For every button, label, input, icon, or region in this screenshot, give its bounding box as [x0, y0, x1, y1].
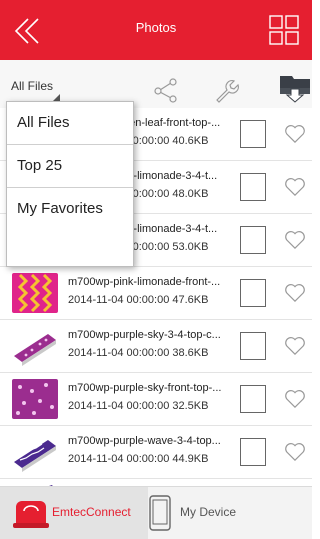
heart-icon[interactable] — [284, 442, 306, 462]
tab-emtec-connect[interactable]: EmtecConnect — [0, 487, 148, 539]
grid-view-icon[interactable] — [268, 14, 300, 46]
heart-icon[interactable] — [284, 230, 306, 250]
select-checkbox[interactable] — [240, 438, 266, 466]
file-date: 2014-11-04 00:00:00 — [68, 400, 170, 412]
share-icon[interactable] — [152, 76, 180, 104]
menu-item-top-25[interactable]: Top 25 — [7, 145, 133, 188]
file-date: 2014-11-04 00:00:00 — [68, 453, 170, 465]
list-item[interactable]: m700wp-purple-sky-front-top-... 2014-11-… — [0, 373, 312, 426]
app-header: Photos — [0, 0, 312, 60]
select-checkbox[interactable] — [240, 173, 266, 201]
heart-icon[interactable] — [284, 389, 306, 409]
file-size: 32.5KB — [172, 400, 209, 412]
file-name: m700wp-purple-wave-3-4-top... — [68, 435, 221, 447]
file-name: m700wp-purple-sky-3-4-top-c... — [68, 329, 221, 341]
heart-icon[interactable] — [284, 177, 306, 197]
phone-device-icon[interactable] — [148, 495, 172, 531]
list-item-partial[interactable] — [0, 479, 312, 486]
heart-icon[interactable] — [284, 124, 306, 144]
file-meta: 2014-11-04 00:00:00 47.6KB — [68, 294, 232, 306]
filter-dropdown-menu: All Files Top 25 My Favorites — [6, 101, 134, 267]
file-meta: 2014-11-04 00:00:00 38.6KB — [68, 347, 232, 359]
select-checkbox[interactable] — [240, 279, 266, 307]
file-size: 47.6KB — [172, 294, 209, 306]
bottom-navigation: EmtecConnect My Device — [0, 486, 312, 539]
list-item[interactable]: m700wp-pink-limonade-front-... 2014-11-0… — [0, 267, 312, 320]
file-meta: 2014-11-04 00:00:00 44.9KB — [68, 453, 232, 465]
menu-item-my-favorites[interactable]: My Favorites — [7, 188, 133, 230]
list-item[interactable]: m700wp-purple-sky-3-4-top-c... 2014-11-0… — [0, 320, 312, 373]
file-size: 40.6KB — [172, 135, 209, 147]
select-checkbox[interactable] — [240, 120, 266, 148]
page-title: Photos — [135, 20, 177, 35]
select-checkbox[interactable] — [240, 226, 266, 254]
download-icon[interactable] — [278, 70, 312, 104]
list-item[interactable]: m700wp-purple-wave-3-4-top... 2014-11-04… — [0, 426, 312, 479]
tab-label-device[interactable]: My Device — [180, 505, 236, 519]
file-thumbnail — [12, 432, 58, 472]
file-thumbnail — [12, 326, 58, 366]
filter-selector-label[interactable]: All Files — [11, 79, 53, 93]
file-name: m700wp-pink-limonade-front-... — [68, 276, 221, 288]
heart-icon[interactable] — [284, 283, 306, 303]
emtec-connect-icon — [13, 501, 49, 528]
file-date: 2014-11-04 00:00:00 — [68, 294, 170, 306]
file-size: 44.9KB — [172, 453, 209, 465]
file-size: 48.0KB — [172, 188, 209, 200]
file-meta: 2014-11-04 00:00:00 32.5KB — [68, 400, 232, 412]
file-size: 38.6KB — [172, 347, 209, 359]
file-thumbnail — [12, 273, 58, 313]
heart-icon[interactable] — [284, 336, 306, 356]
file-name: m700wp-purple-sky-front-top-... — [68, 382, 222, 394]
menu-item-all-files[interactable]: All Files — [7, 102, 133, 145]
tab-label-emtec: EmtecConnect — [52, 505, 131, 519]
select-checkbox[interactable] — [240, 385, 266, 413]
select-checkbox[interactable] — [240, 332, 266, 360]
wrench-icon[interactable] — [211, 76, 239, 104]
file-size: 53.0KB — [172, 241, 209, 253]
file-thumbnail — [12, 379, 58, 419]
file-date: 2014-11-04 00:00:00 — [68, 347, 170, 359]
